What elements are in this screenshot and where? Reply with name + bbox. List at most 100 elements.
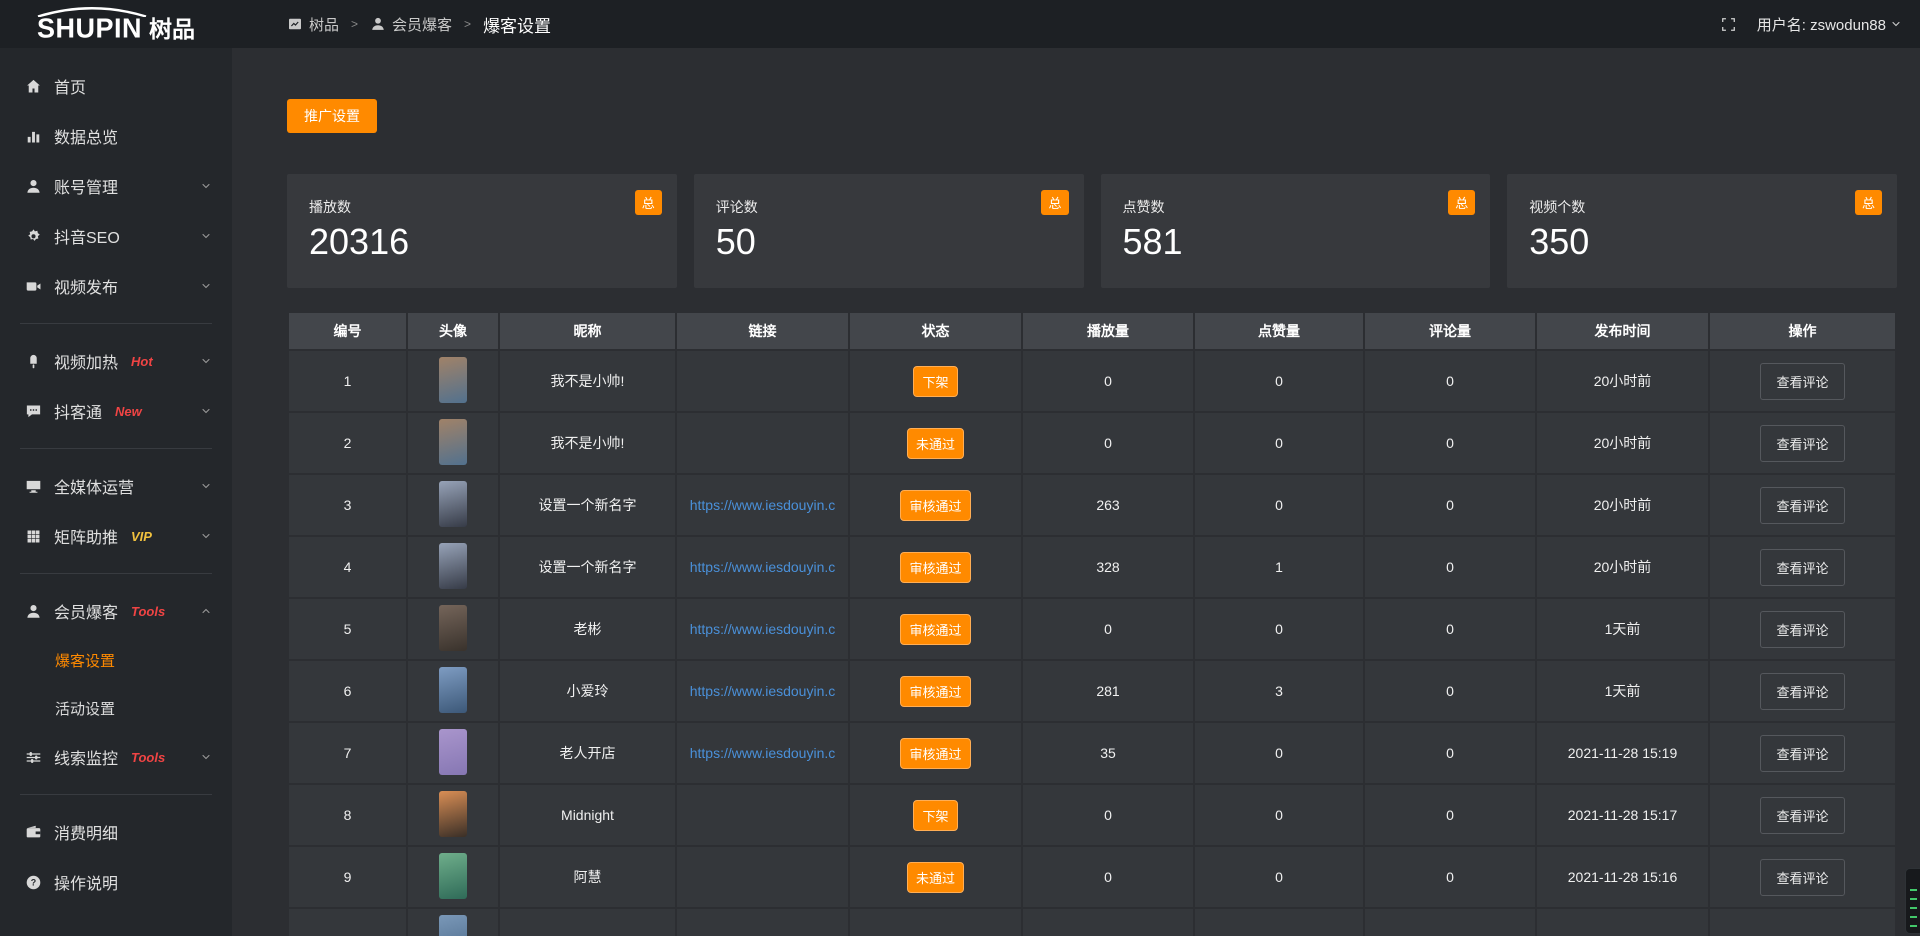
- status-badge: 审核通过: [900, 490, 970, 521]
- cell-publish-time: 2021-11-28 15:16: [1536, 846, 1709, 908]
- cell-avatar: [407, 536, 499, 598]
- view-comments-button[interactable]: 查看评论: [1760, 549, 1844, 586]
- sidebar-subitem-activity-settings[interactable]: 活动设置: [0, 684, 232, 732]
- column-header: 操作: [1709, 312, 1896, 350]
- cell-plays: 281: [1022, 660, 1194, 722]
- sidebar-divider: [20, 573, 212, 574]
- sidebar-item-douketong[interactable]: 抖客通 New: [0, 386, 232, 436]
- sidebar-item-label: 视频发布: [54, 274, 118, 298]
- view-comments-button[interactable]: 查看评论: [1760, 673, 1844, 710]
- cell-avatar: [407, 598, 499, 660]
- cell-status: 审核通过: [849, 598, 1022, 660]
- view-comments-button[interactable]: 查看评论: [1760, 363, 1844, 400]
- cell-publish-time: [1536, 908, 1709, 936]
- cell-likes: 0: [1194, 412, 1364, 474]
- chat-icon: [25, 403, 42, 420]
- stat-card: 视频个数 350 总: [1507, 174, 1897, 288]
- cell-publish-time: 1天前: [1536, 598, 1709, 660]
- cell-plays: 0: [1022, 412, 1194, 474]
- cell-avatar: [407, 412, 499, 474]
- sidebar-item-matrix-boost[interactable]: 矩阵助推 VIP: [0, 511, 232, 561]
- status-badge: 审核通过: [900, 552, 970, 583]
- status-badge: 下架: [913, 800, 957, 831]
- cell-number: 1: [288, 350, 407, 412]
- cell-nickname: 我不是小帅!: [499, 350, 676, 412]
- dashboard-icon: [287, 16, 303, 32]
- cell-actions: 查看评论: [1709, 536, 1896, 598]
- cell-number: 4: [288, 536, 407, 598]
- cell-nickname: 老人开店: [499, 722, 676, 784]
- view-comments-button[interactable]: 查看评论: [1760, 611, 1844, 648]
- sidebar-item-help[interactable]: ? 操作说明: [0, 857, 232, 907]
- cell-comments: 0: [1364, 660, 1536, 722]
- cell-likes: 0: [1194, 784, 1364, 846]
- chevron-icon: [200, 230, 212, 242]
- sidebar-item-video-publish[interactable]: 视频发布: [0, 261, 232, 311]
- status-badge: 审核通过: [900, 738, 970, 769]
- floating-widget[interactable]: [1905, 868, 1920, 934]
- avatar: [439, 667, 467, 713]
- sidebar-item-home[interactable]: 首页: [0, 61, 232, 111]
- cell-number: 6: [288, 660, 407, 722]
- stat-card: 点赞数 581 总: [1101, 174, 1491, 288]
- sidebar-item-data-overview[interactable]: 数据总览: [0, 111, 232, 161]
- sidebar-item-badge: Tools: [131, 750, 165, 765]
- breadcrumb-item[interactable]: 会员爆客: [370, 14, 452, 35]
- sidebar-item-consume-detail[interactable]: 消费明细: [0, 807, 232, 857]
- sidebar-item-member-baoke[interactable]: 会员爆客 Tools: [0, 586, 232, 636]
- cell-likes: 0: [1194, 350, 1364, 412]
- cell-status: 审核通过: [849, 722, 1022, 784]
- user-icon: [25, 603, 42, 620]
- sidebar-item-video-heat[interactable]: 视频加热 Hot: [0, 336, 232, 386]
- avatar: [439, 791, 467, 837]
- video-link[interactable]: https://www.iesdouyin.c: [690, 497, 836, 513]
- sidebar-item-account[interactable]: 账号管理: [0, 161, 232, 211]
- status-badge: 审核通过: [900, 614, 970, 645]
- cell-link: https://www.iesdouyin.c: [676, 722, 849, 784]
- cell-likes: 3: [1194, 660, 1364, 722]
- cell-plays: [1022, 908, 1194, 936]
- cell-number: 3: [288, 474, 407, 536]
- video-link[interactable]: https://www.iesdouyin.c: [690, 745, 836, 761]
- question-icon: ?: [25, 874, 42, 891]
- cell-comments: [1364, 908, 1536, 936]
- view-comments-button[interactable]: 查看评论: [1760, 425, 1844, 462]
- cell-actions: 查看评论: [1709, 722, 1896, 784]
- sidebar-item-clue-monitor[interactable]: 线索监控 Tools: [0, 732, 232, 782]
- user-menu[interactable]: 用户名: zswodun88: [1757, 14, 1902, 35]
- cell-link: [676, 350, 849, 412]
- sidebar-item-label: 首页: [54, 74, 86, 98]
- chevron-icon: [200, 180, 212, 192]
- video-link[interactable]: https://www.iesdouyin.c: [690, 559, 836, 575]
- cell-link: [676, 412, 849, 474]
- column-header: 发布时间: [1536, 312, 1709, 350]
- view-comments-button[interactable]: 查看评论: [1760, 735, 1844, 772]
- table-row: 3 设置一个新名字 https://www.iesdouyin.c 审核通过 2…: [288, 474, 1896, 536]
- video-link[interactable]: https://www.iesdouyin.c: [690, 621, 836, 637]
- cell-actions: 查看评论: [1709, 784, 1896, 846]
- breadcrumb-item[interactable]: 树品: [287, 14, 339, 35]
- sidebar-subitem-baoke-settings[interactable]: 爆客设置: [0, 636, 232, 684]
- stat-card-value: 350: [1529, 221, 1875, 263]
- sidebar-item-media-ops[interactable]: 全媒体运营: [0, 461, 232, 511]
- sidebar: 首页 数据总览 账号管理 抖音SEO 视频发布 视频加热 Hot 抖客通 New: [0, 48, 232, 936]
- cell-comments: 0: [1364, 722, 1536, 784]
- fullscreen-icon[interactable]: [1720, 16, 1737, 33]
- view-comments-button[interactable]: 查看评论: [1760, 859, 1844, 896]
- sidebar-item-douyin-seo[interactable]: 抖音SEO: [0, 211, 232, 261]
- breadcrumb: 树品>会员爆客> 爆客设置: [287, 12, 551, 37]
- cell-status: 下架: [849, 784, 1022, 846]
- view-comments-button[interactable]: 查看评论: [1760, 797, 1844, 834]
- chevron-icon: [200, 280, 212, 292]
- video-link[interactable]: https://www.iesdouyin.c: [690, 683, 836, 699]
- status-badge: 下架: [913, 366, 957, 397]
- promotion-settings-button[interactable]: 推广设置: [287, 99, 377, 133]
- cell-plays: 0: [1022, 784, 1194, 846]
- video-camera-icon: [25, 278, 42, 295]
- sidebar-item-label: 数据总览: [54, 124, 118, 148]
- cell-actions: 查看评论: [1709, 598, 1896, 660]
- cell-nickname: 设置一个新名字: [499, 474, 676, 536]
- view-comments-button[interactable]: 查看评论: [1760, 487, 1844, 524]
- cell-publish-time: 1天前: [1536, 660, 1709, 722]
- main-content: 推广设置 播放数 20316 总 评论数 50 总 点赞数 581 总 视频个数…: [232, 48, 1920, 936]
